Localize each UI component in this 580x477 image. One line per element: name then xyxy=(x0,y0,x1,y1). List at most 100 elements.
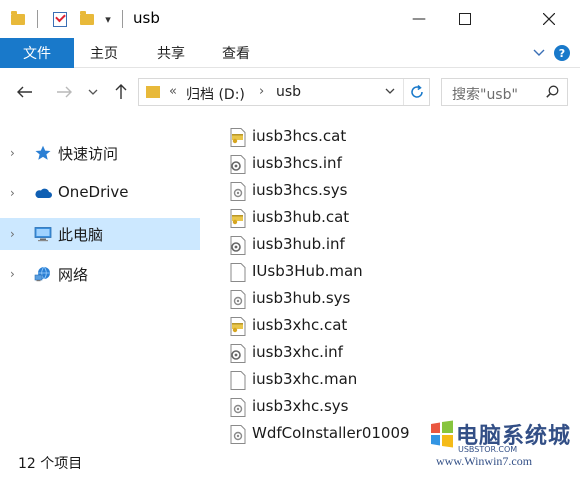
back-arrow-icon xyxy=(17,86,32,98)
star-icon xyxy=(35,145,51,160)
file-item[interactable]: iusb3xhc.man xyxy=(222,367,522,393)
refresh-button[interactable] xyxy=(403,79,430,105)
up-arrow-icon xyxy=(115,84,127,99)
nav-item-label: 网络 xyxy=(58,266,89,284)
file-name: iusb3hcs.cat xyxy=(252,127,347,145)
catalog-file-icon xyxy=(230,209,246,228)
close-button[interactable] xyxy=(526,0,572,38)
nav-item-network[interactable]: › 网络 xyxy=(0,258,200,290)
windows-logo-icon xyxy=(431,420,453,448)
nav-item-label: OneDrive xyxy=(58,183,129,201)
address-bar[interactable]: « 归档 (D:) › usb xyxy=(138,78,430,106)
file-item[interactable]: iusb3xhc.sys xyxy=(222,394,522,420)
properties-icon[interactable] xyxy=(50,10,70,28)
maximize-icon xyxy=(459,13,471,25)
new-folder-icon[interactable] xyxy=(77,10,97,28)
breadcrumb-drive[interactable]: 归档 (D:) xyxy=(186,84,245,104)
ribbon-collapse-button[interactable] xyxy=(531,44,547,62)
nav-item-this-pc[interactable]: › 此电脑 xyxy=(0,218,200,250)
setup-info-file-icon xyxy=(230,236,246,255)
watermark-logo: 电脑系统城 USBSTOR.COM www.Winwin7.com xyxy=(428,418,580,474)
setup-info-file-icon xyxy=(230,155,246,174)
file-name: iusb3hcs.inf xyxy=(252,154,342,172)
file-list: iusb3hcs.cat iusb3hcs.inf iusb3hcs.sys i… xyxy=(222,120,580,445)
breadcrumb-overflow[interactable]: « xyxy=(169,84,177,99)
file-item[interactable]: iusb3hcs.cat xyxy=(222,124,522,150)
address-history-dropdown[interactable] xyxy=(385,84,395,98)
window-title: usb xyxy=(133,9,160,27)
tab-view[interactable]: 查看 xyxy=(222,38,250,68)
chevron-down-icon xyxy=(88,89,98,95)
watermark-url: www.Winwin7.com xyxy=(436,454,533,468)
ribbon: 文件 主页 共享 查看 ? xyxy=(0,38,580,68)
file-item[interactable]: iusb3hub.inf xyxy=(222,232,522,258)
file-name: iusb3hub.sys xyxy=(252,289,351,307)
file-item[interactable]: iusb3hub.cat xyxy=(222,205,522,231)
chevron-down-icon xyxy=(533,49,545,56)
tab-file[interactable]: 文件 xyxy=(0,38,74,68)
customize-toolbar-dropdown[interactable]: ▾ xyxy=(100,10,116,28)
file-name: iusb3xhc.cat xyxy=(252,316,348,334)
blank-file-icon xyxy=(230,263,246,282)
expand-chevron-icon[interactable]: › xyxy=(10,227,15,241)
folder-icon[interactable] xyxy=(8,10,28,28)
system-file-icon xyxy=(230,398,246,417)
file-item[interactable]: iusb3hcs.sys xyxy=(222,178,522,204)
close-icon xyxy=(543,13,555,25)
expand-chevron-icon[interactable]: › xyxy=(10,146,15,160)
cloud-icon xyxy=(35,188,52,198)
catalog-file-icon xyxy=(230,317,246,336)
up-button[interactable] xyxy=(109,80,133,104)
minimize-button[interactable]: — xyxy=(396,0,442,38)
nav-item-label: 此电脑 xyxy=(58,226,104,244)
file-item[interactable]: iusb3hub.sys xyxy=(222,286,522,312)
maximize-button[interactable] xyxy=(442,0,488,38)
file-name: iusb3hcs.sys xyxy=(252,181,348,199)
nav-item-onedrive[interactable]: › OneDrive xyxy=(0,177,200,209)
system-file-icon xyxy=(230,425,246,444)
breadcrumb-separator[interactable]: › xyxy=(259,84,264,99)
breadcrumb-folder[interactable]: usb xyxy=(276,84,301,100)
file-item[interactable]: iusb3hcs.inf xyxy=(222,151,522,177)
forward-button[interactable] xyxy=(52,80,76,104)
help-icon: ? xyxy=(554,45,570,61)
file-name: iusb3xhc.sys xyxy=(252,397,349,415)
forward-arrow-icon xyxy=(57,86,72,98)
watermark-tag: USBSTOR.COM xyxy=(458,445,518,454)
tab-home[interactable]: 主页 xyxy=(90,38,118,68)
address-toolbar: « 归档 (D:) › usb 搜索"usb" xyxy=(0,72,580,112)
catalog-file-icon xyxy=(230,128,246,147)
recent-locations-button[interactable] xyxy=(84,80,102,104)
back-button[interactable] xyxy=(13,80,37,104)
expand-chevron-icon[interactable]: › xyxy=(10,267,15,281)
file-name: iusb3hub.inf xyxy=(252,235,345,253)
blank-file-icon xyxy=(230,371,246,390)
file-name: iusb3hub.cat xyxy=(252,208,350,226)
file-name: iusb3xhc.inf xyxy=(252,343,343,361)
navigation-pane: › 快速访问 › OneDrive › 此电脑 › 网络 xyxy=(0,120,200,440)
file-name: WdfCoInstaller01009 xyxy=(252,424,410,442)
file-item[interactable]: iusb3xhc.cat xyxy=(222,313,522,339)
title-bar: ▾ usb — xyxy=(0,0,580,38)
computer-icon xyxy=(34,227,52,242)
help-button[interactable]: ? xyxy=(553,44,571,62)
folder-icon xyxy=(146,86,160,98)
search-placeholder: 搜索"usb" xyxy=(452,87,518,103)
toolbar-divider xyxy=(122,10,123,28)
toolbar-divider xyxy=(37,10,38,28)
expand-chevron-icon[interactable]: › xyxy=(10,186,15,200)
file-item[interactable]: IUsb3Hub.man xyxy=(222,259,522,285)
chevron-down-icon xyxy=(385,88,395,94)
search-input[interactable]: 搜索"usb" xyxy=(441,78,568,106)
system-file-icon xyxy=(230,290,246,309)
nav-item-label: 快速访问 xyxy=(58,145,119,163)
nav-item-quick-access[interactable]: › 快速访问 xyxy=(0,137,200,169)
refresh-icon xyxy=(411,84,423,98)
file-name: IUsb3Hub.man xyxy=(252,262,363,280)
file-item[interactable]: iusb3xhc.inf xyxy=(222,340,522,366)
item-count: 12 个项目 xyxy=(18,456,83,472)
setup-info-file-icon xyxy=(230,344,246,363)
tab-share[interactable]: 共享 xyxy=(157,38,185,68)
system-file-icon xyxy=(230,182,246,201)
file-name: iusb3xhc.man xyxy=(252,370,358,388)
